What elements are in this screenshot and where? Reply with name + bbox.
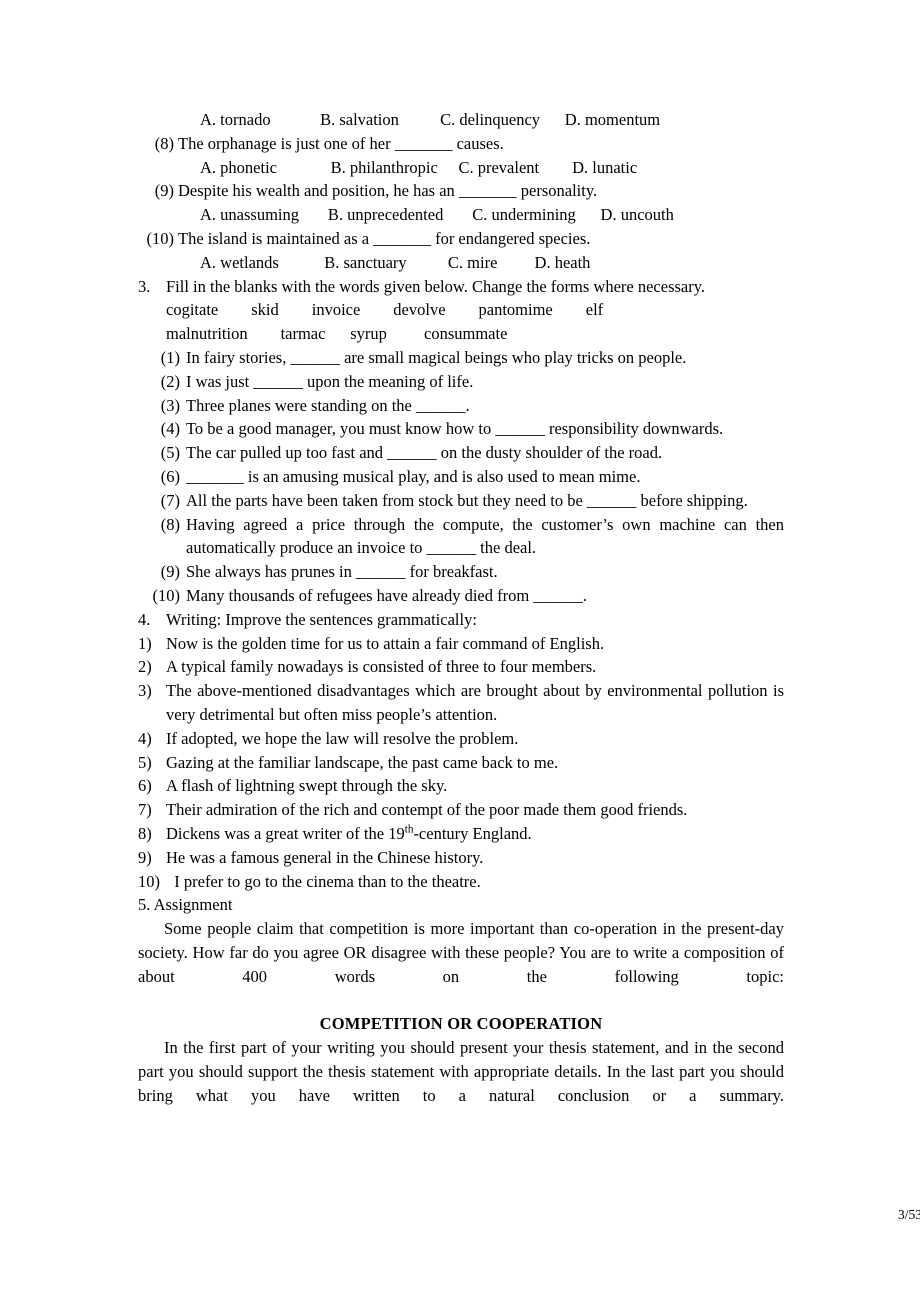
item-text: Many thousands of refugees have already … bbox=[186, 585, 587, 605]
item-text: I was just ______ upon the meaning of li… bbox=[186, 371, 474, 391]
item-text: _______ is an amusing musical play, and … bbox=[186, 466, 641, 486]
mc-question-8: (8) The orphanage is just one of her ____… bbox=[138, 132, 784, 156]
mc-options-row: A. phonetic B. philanthropic C. prevalen… bbox=[200, 157, 638, 177]
writing-item: 6) A flash of lightning swept through the… bbox=[138, 774, 784, 798]
mc-question-stem: The orphanage is just one of her _______… bbox=[178, 133, 504, 153]
item-number: (7) bbox=[160, 490, 180, 510]
page-number-footer: 3/53 bbox=[897, 1207, 920, 1222]
writing-item: 10) I prefer to go to the cinema than to… bbox=[138, 870, 784, 894]
item-text: To be a good manager, you must know how … bbox=[186, 419, 724, 439]
writing-item: 7) Their admiration of the rich and conte… bbox=[138, 798, 784, 822]
fill-in-blank-item: (6) _______ is an amusing musical play, a… bbox=[138, 465, 784, 489]
document-page: A. tornado B. salvation C. delinquency D… bbox=[0, 0, 920, 1302]
item-text: All the parts have been taken from stock… bbox=[186, 490, 748, 510]
item-number: 8) bbox=[138, 823, 152, 843]
item-number: 7) bbox=[138, 800, 152, 820]
mc-question-10: (10) The island is maintained as a ______… bbox=[138, 227, 784, 251]
item-text: I prefer to go to the cinema than to the… bbox=[166, 871, 481, 891]
mc-question-stem: The island is maintained as a _______ fo… bbox=[178, 228, 591, 248]
item-number: (1) bbox=[160, 347, 180, 367]
item-text-after-superscript: -century England. bbox=[413, 823, 532, 843]
assignment-paragraph-2: In the first part of your writing you sh… bbox=[138, 1038, 784, 1105]
mc-question-number: (10) bbox=[146, 228, 175, 248]
mc-question-9: (9) Despite his wealth and position, he h… bbox=[138, 179, 784, 203]
section-3-heading: 3. Fill in the blanks with the words give… bbox=[138, 275, 784, 299]
mc-options-row: A. tornado B. salvation C. delinquency D… bbox=[200, 110, 661, 129]
item-text: The car pulled up too fast and ______ on… bbox=[186, 443, 663, 463]
item-text: In fairy stories, ______ are small magic… bbox=[186, 347, 687, 367]
writing-item: 8) Dickens was a great writer of the 19th… bbox=[138, 822, 784, 846]
item-number: 10) bbox=[138, 871, 160, 891]
word-bank-line-2: malnutrition tarmac syrup consummate bbox=[166, 324, 508, 344]
section-number: 4. bbox=[138, 609, 151, 629]
item-number: 1) bbox=[138, 633, 152, 653]
item-text-before-superscript: Dickens was a great writer of the 19 bbox=[166, 823, 405, 843]
writing-item: 2) A typical family nowadays is consisted… bbox=[138, 655, 784, 679]
item-number: (5) bbox=[160, 443, 180, 463]
item-number: 5) bbox=[138, 752, 152, 772]
section-number: 3. bbox=[138, 276, 151, 296]
item-text: Having agreed a price through the comput… bbox=[186, 514, 784, 558]
item-text: Their admiration of the rich and contemp… bbox=[166, 800, 688, 820]
item-text: If adopted, we hope the law will resolve… bbox=[166, 728, 519, 748]
composition-topic-title: COMPETITION OR COOPERATION bbox=[319, 1014, 603, 1034]
item-text: Gazing at the familiar landscape, the pa… bbox=[166, 752, 559, 772]
writing-item: 1) Now is the golden time for us to attai… bbox=[138, 632, 784, 656]
item-number: 2) bbox=[138, 657, 152, 677]
item-text: Now is the golden time for us to attain … bbox=[166, 633, 605, 653]
item-text: A typical family nowadays is consisted o… bbox=[166, 657, 597, 677]
writing-item: 3) The above-mentioned disadvantages whic… bbox=[138, 679, 784, 727]
section-heading-text: Fill in the blanks with the words given … bbox=[166, 276, 706, 296]
section-5-heading: 5. Assignment bbox=[138, 895, 233, 915]
section-4-heading: 4. Writing: Improve the sentences grammat… bbox=[138, 608, 784, 632]
fill-in-blank-item: (10) Many thousands of refugees have alre… bbox=[138, 584, 784, 608]
item-number: (6) bbox=[160, 466, 180, 486]
item-text: She always has prunes in ______ for brea… bbox=[186, 562, 498, 582]
page-content: A. tornado B. salvation C. delinquency D… bbox=[138, 108, 784, 1131]
mc-options-row: A. unassuming B. unprecedented C. underm… bbox=[200, 205, 674, 225]
fill-in-blank-item: (3) Three planes were standing on the ___… bbox=[138, 394, 784, 418]
item-number: (4) bbox=[160, 419, 180, 439]
item-number: 9) bbox=[138, 847, 152, 867]
item-number: (8) bbox=[160, 514, 180, 534]
fill-in-blank-item: (7) All the parts have been taken from st… bbox=[138, 489, 784, 513]
fill-in-blank-item: (5) The car pulled up too fast and ______… bbox=[138, 441, 784, 465]
section-heading-text: Writing: Improve the sentences grammatic… bbox=[166, 609, 477, 629]
writing-item: 4) If adopted, we hope the law will resol… bbox=[138, 727, 784, 751]
word-bank-line-1: cogitate skid invoice devolve pantomime … bbox=[166, 300, 604, 320]
item-text: A flash of lightning swept through the s… bbox=[166, 776, 448, 796]
mc-question-stem: Despite his wealth and position, he has … bbox=[178, 181, 598, 201]
fill-in-blank-item: (2) I was just ______ upon the meaning of… bbox=[138, 370, 784, 394]
fill-in-blank-item: (1) In fairy stories, ______ are small ma… bbox=[138, 346, 784, 370]
mc-options-row: A. wetlands B. sanctuary C. mire D. heat… bbox=[200, 252, 591, 272]
mc-question-number: (9) bbox=[154, 181, 174, 201]
mc-question-number: (8) bbox=[154, 133, 174, 153]
writing-item: 9) He was a famous general in the Chinese… bbox=[138, 846, 784, 870]
item-number: 4) bbox=[138, 728, 152, 748]
assignment-paragraph-1: Some people claim that competition is mo… bbox=[138, 919, 784, 986]
writing-item: 5) Gazing at the familiar landscape, the … bbox=[138, 751, 784, 775]
item-number: 6) bbox=[138, 776, 152, 796]
item-text: He was a famous general in the Chinese h… bbox=[166, 847, 484, 867]
item-number: (3) bbox=[160, 395, 180, 415]
item-number: (9) bbox=[160, 562, 180, 582]
item-text: Three planes were standing on the ______… bbox=[186, 395, 470, 415]
item-number: (10) bbox=[152, 585, 181, 605]
fill-in-blank-item: (8) Having agreed a price through the com… bbox=[138, 513, 784, 561]
fill-in-blank-item: (4) To be a good manager, you must know h… bbox=[138, 417, 784, 441]
fill-in-blank-item: (9) She always has prunes in ______ for b… bbox=[138, 560, 784, 584]
item-number: (2) bbox=[160, 371, 180, 391]
item-number: 3) bbox=[138, 681, 152, 701]
item-text: The above-mentioned disadvantages which … bbox=[166, 681, 784, 724]
